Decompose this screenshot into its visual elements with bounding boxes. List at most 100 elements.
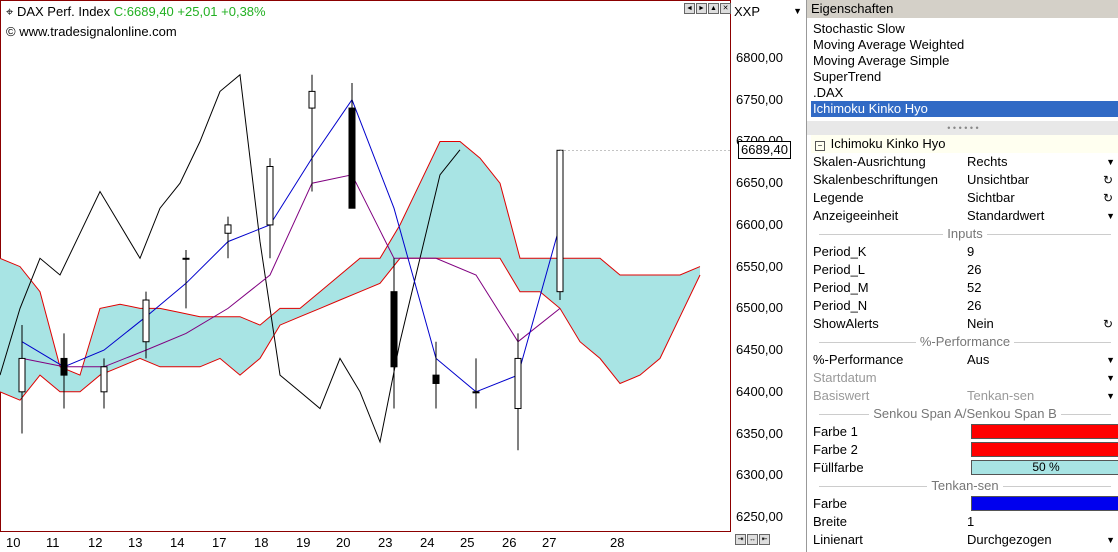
separator-label: Senkou Span A/Senkou Span B [869, 406, 1061, 421]
property-value[interactable]: Tenkan-sen [967, 387, 1034, 405]
property-value[interactable]: Aus [967, 351, 989, 369]
property-row[interactable]: Linienart Durchgezogen ▼ [811, 531, 1118, 549]
price-chart[interactable] [0, 0, 731, 532]
property-row[interactable]: Legende Sichtbar ↻ [811, 189, 1118, 207]
indicator-list-item[interactable]: Moving Average Simple [811, 53, 1118, 69]
indicator-list-item[interactable]: Ichimoku Kinko Hyo [811, 101, 1118, 117]
scroll-left-icon[interactable]: ◄ [684, 3, 695, 14]
property-key: Period_L [813, 262, 866, 277]
y-tick-label: 6250,00 [736, 509, 783, 524]
indicator-list-item[interactable]: SuperTrend [811, 69, 1118, 85]
chevron-down-icon[interactable]: ▼ [1106, 207, 1115, 225]
scroll-right-icon[interactable]: ► [696, 3, 707, 14]
property-value[interactable]: Sichtbar [967, 189, 1015, 207]
indicator-list-item[interactable]: Stochastic Slow [811, 21, 1118, 37]
property-key: Skalenbeschriftungen [813, 172, 939, 187]
refresh-icon[interactable]: ↻ [1103, 315, 1113, 333]
close-info: C:6689,40 +25,01 +0,38% [113, 4, 266, 19]
price-axis[interactable]: XXP ▼ 6800,006750,006700,006650,006600,0… [732, 0, 806, 552]
property-value[interactable]: Durchgezogen [967, 531, 1052, 549]
property-row[interactable]: Farbe [811, 495, 1118, 513]
chevron-down-icon[interactable]: ▼ [1106, 153, 1115, 171]
scroll-start-icon[interactable]: ⇤ [759, 534, 770, 545]
panel-splitter[interactable]: • • • • • • [807, 121, 1118, 135]
property-value[interactable]: Standardwert [967, 207, 1044, 225]
indicator-list-item[interactable]: .DAX [811, 85, 1118, 101]
color-swatch[interactable] [971, 496, 1118, 511]
property-key: Period_K [813, 244, 867, 259]
maximize-icon[interactable]: ▲ [708, 3, 719, 14]
x-tick-label: 27 [542, 535, 557, 550]
candle-body [266, 165, 274, 226]
candle-body [18, 357, 26, 393]
x-tick-label: 28 [610, 535, 625, 550]
property-value[interactable]: 52 [967, 279, 981, 297]
property-row[interactable]: Period_K 9 [811, 243, 1118, 261]
property-section-separator: Tenkan-sen [811, 477, 1118, 495]
property-row[interactable]: Period_N 26 [811, 297, 1118, 315]
property-row[interactable]: Anzeigeeinheit Standardwert ▼ [811, 207, 1118, 225]
property-value[interactable]: Unsichtbar [967, 171, 1029, 189]
color-swatch[interactable] [971, 442, 1118, 457]
scale-selector[interactable]: XXP ▼ [734, 4, 804, 20]
chart-panel[interactable]: ⌖ DAX Perf. Index C:6689,40 +25,01 +0,38… [0, 0, 732, 552]
separator-label: Tenkan-sen [927, 478, 1003, 493]
candle-body [100, 366, 108, 393]
section-title[interactable]: − Ichimoku Kinko Hyo [811, 135, 1118, 153]
refresh-icon[interactable]: ↻ [1103, 171, 1113, 189]
property-value[interactable]: 9 [967, 243, 974, 261]
separator-label: Inputs [943, 226, 987, 241]
x-tick-label: 13 [128, 535, 143, 550]
property-key: Farbe 2 [813, 442, 858, 457]
property-value[interactable]: 26 [967, 297, 981, 315]
color-swatch[interactable] [971, 424, 1118, 439]
property-row[interactable]: Skalen-Ausrichtung Rechts ▼ [811, 153, 1118, 171]
property-value[interactable]: Rechts [967, 153, 1007, 171]
property-row[interactable]: ShowAlerts Nein ↻ [811, 315, 1118, 333]
indicator-list: Stochastic Slow Moving Average Weighted Mo… [811, 21, 1118, 117]
property-key: Füllfarbe [813, 460, 864, 475]
chart-controls: ◄ ► ▲ ✕ [684, 3, 731, 14]
property-key: Period_M [813, 280, 869, 295]
property-row[interactable]: Startdatum ▼ [811, 369, 1118, 387]
chevron-down-icon[interactable]: ▼ [1106, 531, 1115, 549]
close-icon[interactable]: ✕ [720, 3, 731, 14]
property-value[interactable]: 26 [967, 261, 981, 279]
property-row[interactable]: Farbe 1 [811, 423, 1118, 441]
property-row[interactable]: Farbe 2 [811, 441, 1118, 459]
property-row[interactable]: Füllfarbe 50 % [811, 459, 1118, 477]
collapse-icon[interactable]: − [815, 141, 825, 151]
refresh-icon[interactable]: ↻ [1103, 189, 1113, 207]
property-section-separator: Senkou Span A/Senkou Span B [811, 405, 1118, 423]
property-value[interactable]: 1 [967, 513, 974, 531]
candle-body [432, 374, 440, 384]
candle-body [556, 149, 564, 293]
property-row[interactable]: Skalenbeschriftungen Unsichtbar ↻ [811, 171, 1118, 189]
property-row[interactable]: Breite 1 [811, 513, 1118, 531]
property-key: Breite [813, 514, 847, 529]
property-value[interactable]: Nein [967, 315, 994, 333]
copyright-label: © www.tradesignalonline.com [6, 24, 177, 39]
property-section-separator: %-Performance [811, 333, 1118, 351]
candle-body [472, 391, 480, 394]
chevron-down-icon[interactable]: ▼ [1106, 351, 1115, 369]
property-row[interactable]: Basiswert Tenkan-sen ▼ [811, 387, 1118, 405]
property-row[interactable]: Period_L 26 [811, 261, 1118, 279]
color-swatch[interactable]: 50 % [971, 460, 1118, 475]
property-key: Legende [813, 190, 864, 205]
indicator-list-item[interactable]: Moving Average Weighted [811, 37, 1118, 53]
scale-selector-value: XXP [734, 4, 761, 19]
chevron-down-icon[interactable]: ▼ [1106, 369, 1115, 387]
property-row[interactable]: %-Performance Aus ▼ [811, 351, 1118, 369]
property-row[interactable]: Period_M 52 [811, 279, 1118, 297]
fit-icon[interactable]: ↔ [747, 534, 758, 545]
y-tick-label: 6450,00 [736, 342, 783, 358]
scroll-end-icon[interactable]: ⇥ [735, 534, 746, 545]
candle-body [224, 224, 232, 234]
chevron-down-icon[interactable]: ▼ [1106, 387, 1115, 405]
symbol-name: DAX Perf. Index [16, 4, 111, 19]
y-tick-label: 6550,00 [736, 258, 783, 274]
y-tick-label: 6300,00 [736, 467, 783, 483]
x-tick-label: 18 [254, 535, 269, 550]
property-key: Skalen-Ausrichtung [813, 154, 926, 169]
